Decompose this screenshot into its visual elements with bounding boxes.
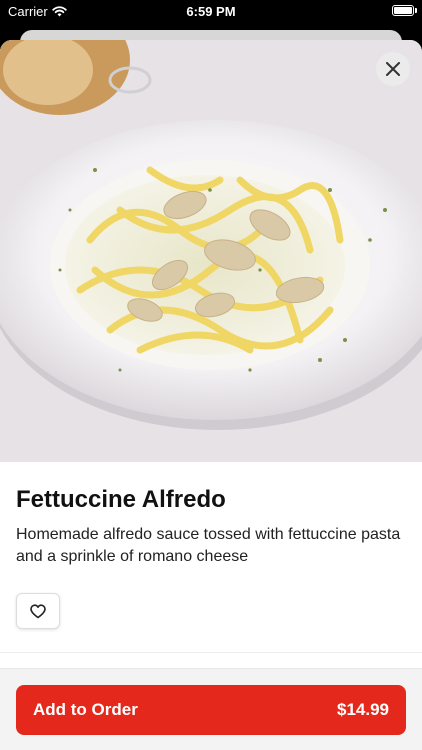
favorite-button[interactable]: [16, 593, 60, 629]
status-bar: Carrier 6:59 PM: [0, 0, 422, 24]
divider: [0, 652, 422, 653]
item-description: Homemade alfredo sauce tossed with fettu…: [16, 526, 401, 565]
close-button[interactable]: [376, 52, 410, 86]
add-to-order-label: Add to Order: [33, 700, 138, 719]
item-sheet: Fettuccine Alfredo Homemade alfredo sauc…: [0, 40, 422, 750]
dish-illustration: [0, 40, 422, 462]
battery-nub: [415, 8, 417, 13]
add-to-order-button[interactable]: Add to Order $14.99: [16, 685, 406, 735]
battery-icon: [392, 5, 414, 16]
status-time: 6:59 PM: [186, 4, 236, 19]
item-price: $14.99: [337, 700, 389, 719]
order-footer: Add to Order $14.99: [0, 668, 422, 750]
close-icon: [386, 62, 400, 76]
heart-icon: [30, 603, 46, 618]
dish-photo: [0, 40, 422, 462]
item-title: Fettuccine Alfredo: [16, 486, 226, 513]
item-details: Fettuccine Alfredo Homemade alfredo sauc…: [16, 486, 406, 568]
